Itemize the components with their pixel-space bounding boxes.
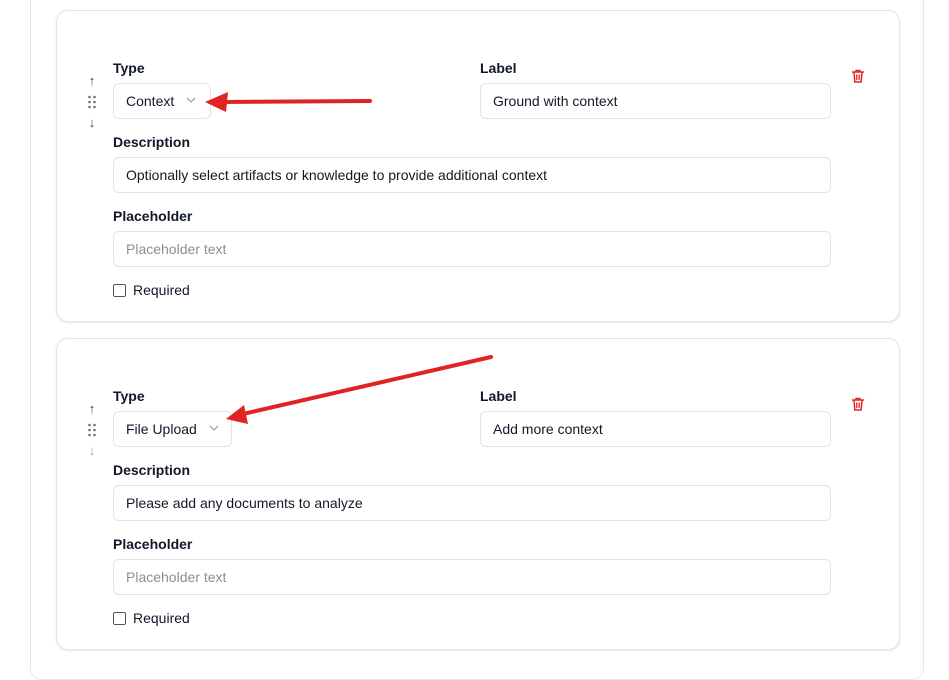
type-select[interactable]: Context xyxy=(113,83,211,119)
field-card: ↑ ↓ Type File Upload Label Add more cont… xyxy=(56,338,900,650)
reorder-controls: ↑ ↓ xyxy=(83,73,101,131)
trash-icon[interactable] xyxy=(850,68,866,84)
label-input[interactable]: Ground with context xyxy=(480,83,831,119)
grip-vertical-icon[interactable] xyxy=(87,95,97,109)
required-option[interactable]: Required xyxy=(113,610,190,626)
type-select-value: Context xyxy=(126,93,175,109)
description-label: Description xyxy=(113,462,191,478)
type-select-value: File Upload xyxy=(126,421,197,437)
required-checkbox[interactable] xyxy=(113,611,126,625)
arrow-down-icon[interactable]: ↓ xyxy=(83,443,101,459)
arrow-down-icon[interactable]: ↓ xyxy=(83,115,101,131)
required-option[interactable]: Required xyxy=(113,282,190,298)
type-label: Type xyxy=(113,60,145,76)
grip-vertical-icon[interactable] xyxy=(87,423,97,437)
label-heading: Label xyxy=(480,60,517,76)
required-checkbox[interactable] xyxy=(113,283,126,297)
arrow-up-icon[interactable]: ↑ xyxy=(83,401,101,417)
required-label: Required xyxy=(133,610,190,626)
trash-icon[interactable] xyxy=(850,396,866,412)
type-select[interactable]: File Upload xyxy=(113,411,232,447)
chevron-down-icon xyxy=(186,97,196,104)
placeholder-label: Placeholder xyxy=(113,536,193,552)
description-label: Description xyxy=(113,134,191,150)
description-input[interactable]: Please add any documents to analyze xyxy=(113,485,831,521)
type-label: Type xyxy=(113,388,145,404)
label-heading: Label xyxy=(480,388,517,404)
arrow-up-icon[interactable]: ↑ xyxy=(83,73,101,89)
reorder-controls: ↑ ↓ xyxy=(83,401,101,459)
description-input[interactable]: Optionally select artifacts or knowledge… xyxy=(113,157,831,193)
label-input[interactable]: Add more context xyxy=(480,411,831,447)
required-label: Required xyxy=(133,282,190,298)
field-card: ↑ ↓ Type Context Label Ground with conte… xyxy=(56,10,900,322)
placeholder-label: Placeholder xyxy=(113,208,193,224)
chevron-down-icon xyxy=(209,425,219,432)
placeholder-input[interactable]: Placeholder text xyxy=(113,559,831,595)
placeholder-input[interactable]: Placeholder text xyxy=(113,231,831,267)
